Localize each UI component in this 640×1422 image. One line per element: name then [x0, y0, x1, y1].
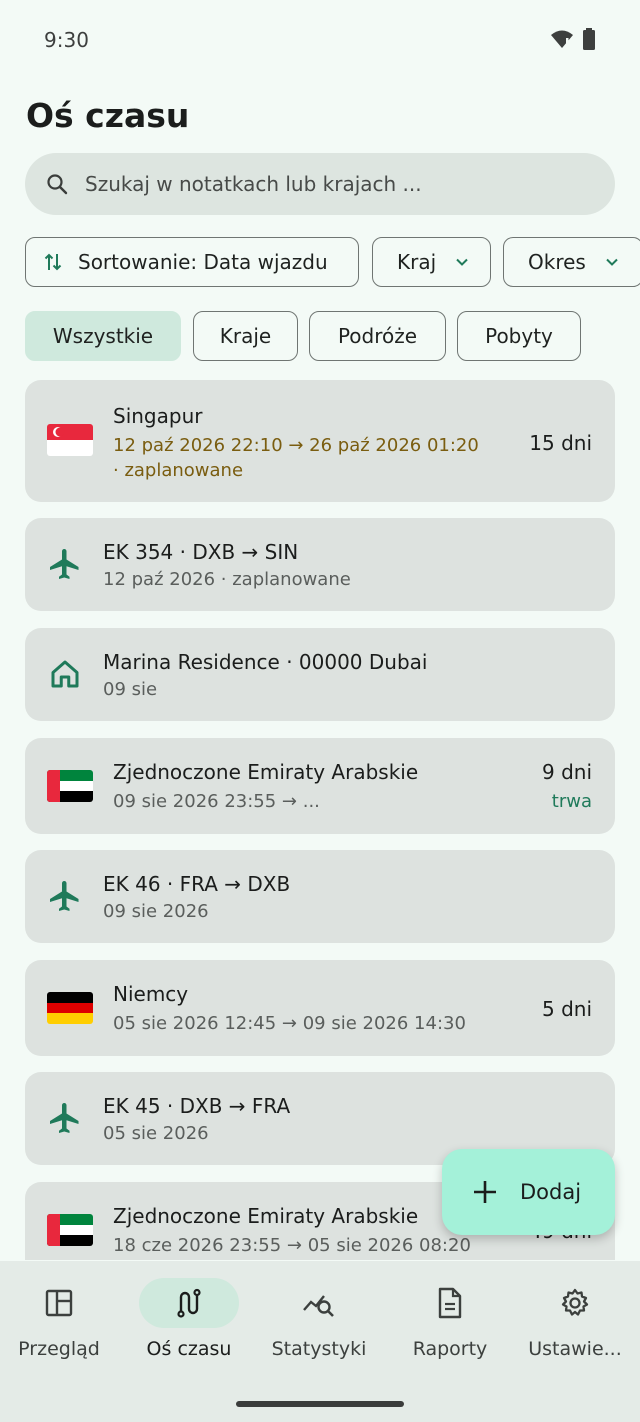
filter-trips-label: Podróże [337, 324, 418, 348]
battery-icon [583, 28, 595, 50]
entry-duration: 15 dni [529, 431, 592, 455]
filter-stays-label: Pobyty [485, 324, 553, 348]
entry-subtitle: 09 sie 2026 [103, 901, 209, 922]
status-time: 9:30 [44, 28, 89, 52]
entry-title: Zjednoczone Emiraty Arabskie [113, 760, 419, 784]
entry-title: EK 45 · DXB → FRA [103, 1094, 291, 1118]
filter-all[interactable]: Wszystkie [25, 311, 181, 361]
search-bar[interactable]: Szukaj w notatkach lub krajach ... [25, 153, 615, 215]
nav-item-overview[interactable]: Przegląd [0, 1278, 123, 1360]
nav-label: Raporty [412, 1338, 488, 1360]
entry-duration: 9 dni [541, 760, 592, 784]
dashboard-icon [45, 1289, 73, 1317]
filter-trips[interactable]: Podróże [309, 311, 446, 361]
add-button[interactable]: Dodaj [442, 1149, 615, 1235]
entry-subtitle: 05 sie 2026 [103, 1123, 209, 1144]
add-button-label: Dodaj [520, 1180, 582, 1204]
entry-dates: 09 sie 2026 23:55 → ... [113, 791, 320, 812]
nav-item-reports[interactable]: Raporty [386, 1278, 514, 1360]
entry-status: · zaplanowane [113, 460, 244, 481]
report-icon [438, 1287, 462, 1319]
filter-all-label: Wszystkie [52, 324, 154, 348]
nav-item-stats[interactable]: Statystyki [255, 1278, 383, 1360]
nav-label: Ustawie... [528, 1338, 622, 1360]
nav-item-timeline[interactable]: Oś czasu [125, 1278, 253, 1360]
status-icons [550, 28, 596, 50]
timeline-entry-accommodation[interactable]: Marina Residence · 00000 Dubai 09 sie [25, 628, 615, 721]
sort-icon [44, 253, 62, 271]
country-chip-label: Kraj [397, 250, 437, 274]
entry-title: EK 354 · DXB → SIN [103, 540, 299, 564]
nav-label: Przegląd [18, 1338, 100, 1360]
nav-label: Statystyki [271, 1338, 367, 1360]
stats-icon [303, 1295, 334, 1317]
flag-uae-icon [47, 770, 93, 802]
status-bar: 9:30 [0, 0, 640, 78]
sort-chip-label: Sortowanie: Data wjazdu [78, 250, 328, 274]
chevron-down-icon [456, 258, 468, 266]
airplane-icon [50, 881, 79, 911]
search-icon [47, 174, 68, 195]
flag-singapore-icon [47, 424, 93, 456]
filter-chip-row: Wszystkie Kraje Podróże Pobyty [25, 311, 640, 361]
airplane-icon [50, 549, 79, 579]
entry-subtitle: 12 paź 2026 · zaplanowane [103, 569, 351, 590]
entry-title: Singapur [113, 404, 203, 428]
nav-item-settings[interactable]: Ustawie... [511, 1278, 639, 1360]
timeline-icon [177, 1288, 201, 1318]
filter-countries-label: Kraje [219, 324, 272, 348]
period-chip-label: Okres [528, 250, 586, 274]
entry-duration: 5 dni [541, 997, 592, 1021]
wifi-icon [551, 30, 573, 48]
filter-countries[interactable]: Kraje [193, 311, 298, 361]
gear-icon [561, 1288, 589, 1316]
timeline-entry-stay[interactable]: Zjednoczone Emiraty Arabskie 09 sie 2026… [25, 738, 615, 834]
page-title: Oś czasu [26, 96, 190, 135]
filter-stays[interactable]: Pobyty [457, 311, 581, 361]
sort-chip[interactable]: Sortowanie: Data wjazdu [25, 237, 359, 287]
timeline-list[interactable]: Singapur 12 paź 2026 22:10 → 26 paź 2026… [25, 380, 615, 1260]
entry-dates: 18 cze 2026 23:55 → 05 sie 2026 08:20 [113, 1235, 471, 1256]
airplane-icon [50, 1103, 79, 1133]
period-chip[interactable]: Okres [503, 237, 640, 287]
entry-dates: 05 sie 2026 12:45 → 09 sie 2026 14:30 [113, 1013, 466, 1034]
search-placeholder: Szukaj w notatkach lub krajach ... [85, 172, 422, 196]
timeline-entry-flight[interactable]: EK 354 · DXB → SIN 12 paź 2026 · zaplano… [25, 518, 615, 611]
entry-title: Zjednoczone Emiraty Arabskie [113, 1204, 419, 1228]
plus-icon [474, 1181, 496, 1203]
entry-dates: 12 paź 2026 22:10 → 26 paź 2026 01:20 [113, 435, 479, 456]
flag-uae-icon [47, 1214, 93, 1246]
sort-chip-row: Sortowanie: Data wjazdu Kraj Okres [25, 237, 640, 287]
timeline-entry-flight[interactable]: EK 46 · FRA → DXB 09 sie 2026 [25, 850, 615, 943]
entry-title: EK 46 · FRA → DXB [103, 872, 291, 896]
entry-subtitle: 09 sie [103, 679, 158, 700]
flag-germany-icon [47, 992, 93, 1024]
bottom-navigation: Przegląd Oś czasu Statystyki Raporty Ust… [0, 1261, 640, 1422]
home-indicator[interactable] [236, 1401, 404, 1407]
nav-label: Oś czasu [146, 1338, 232, 1360]
timeline-entry-stay[interactable]: Singapur 12 paź 2026 22:10 → 26 paź 2026… [25, 380, 615, 502]
entry-status-ongoing: trwa [551, 791, 592, 812]
country-chip[interactable]: Kraj [372, 237, 491, 287]
entry-title: Marina Residence · 00000 Dubai [103, 650, 428, 674]
entry-title: Niemcy [113, 982, 189, 1006]
home-icon [51, 660, 79, 688]
chevron-down-icon [606, 258, 618, 266]
timeline-entry-stay[interactable]: Niemcy 05 sie 2026 12:45 → 09 sie 2026 1… [25, 960, 615, 1056]
